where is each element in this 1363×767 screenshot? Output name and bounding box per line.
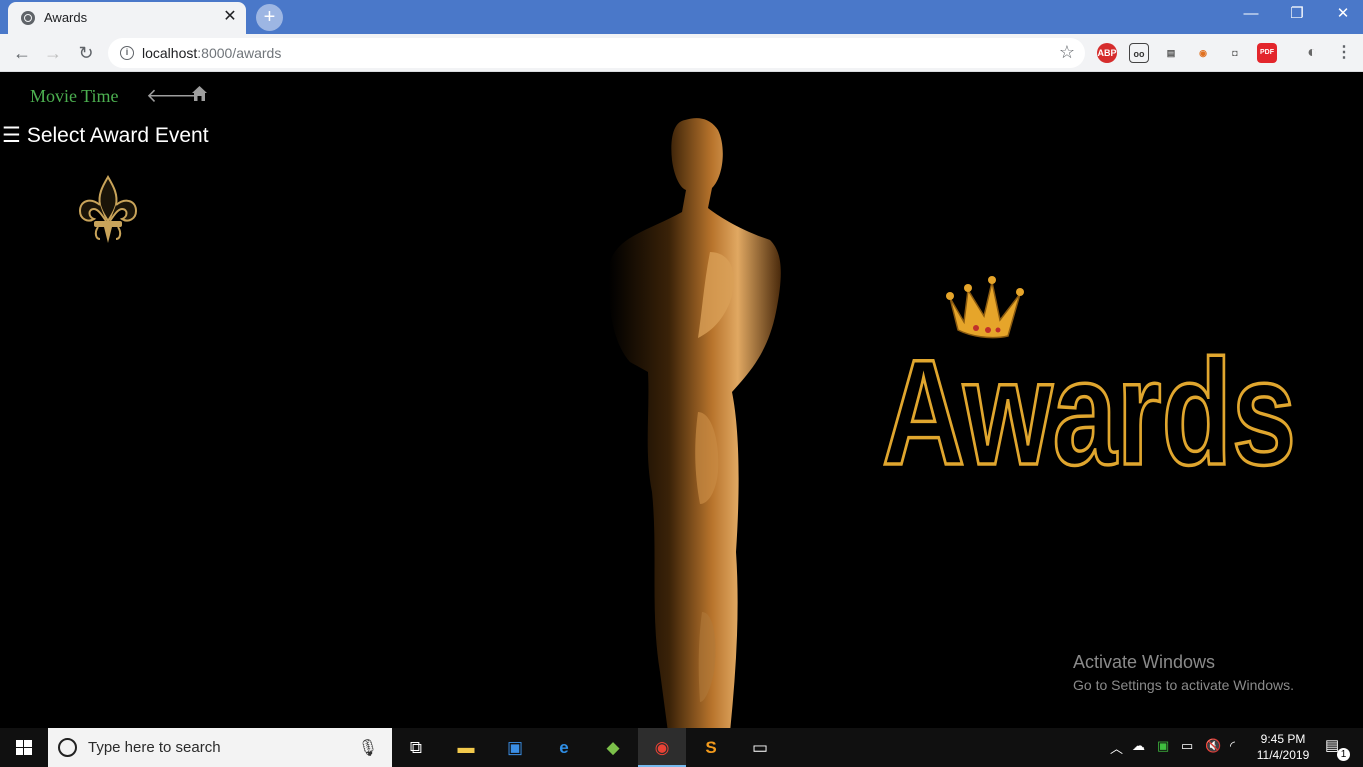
windows-taskbar: Type here to search 🎙 ⧉ ▬ ▣ e ◆ ◉ S ▭ ︿ …	[0, 728, 1363, 767]
awards-logo: Awards	[880, 326, 1298, 482]
globe-icon	[21, 11, 35, 25]
taskbar-search-box[interactable]: Type here to search 🎙	[48, 728, 392, 767]
adblock-extension-icon[interactable]: ABP	[1097, 43, 1117, 63]
brand-link[interactable]: Movie Time	[30, 86, 119, 107]
microphone-icon[interactable]: 🎙	[358, 738, 378, 758]
menu-kebab-icon[interactable]: ⋮	[1334, 43, 1354, 63]
taskbar-clock[interactable]: 9:45 PM 11/4/2019	[1248, 731, 1318, 763]
android-studio-icon[interactable]: ◆	[589, 728, 637, 767]
cortana-icon	[58, 738, 77, 757]
back-arrow-icon[interactable]: 🡐	[146, 84, 197, 108]
edge-icon[interactable]: e	[540, 728, 588, 767]
fleur-de-lis-emblem[interactable]	[76, 175, 140, 245]
close-window-button[interactable]: ✕	[1320, 0, 1363, 30]
task-view-icon[interactable]: ⧉	[392, 728, 440, 767]
activate-windows-title: Activate Windows	[1073, 652, 1216, 672]
url-text[interactable]: localhost:8000/awards	[142, 45, 281, 61]
browser-tab-awards[interactable]: Awards ✕	[8, 2, 246, 34]
activate-windows-subtitle: Go to Settings to activate Windows.	[1073, 677, 1294, 693]
new-tab-button[interactable]: +	[256, 4, 283, 31]
chrome-icon[interactable]: ◉	[638, 728, 686, 767]
browser-tab-strip: Awards ✕ + — ❐ ✕	[0, 0, 1363, 34]
address-bar[interactable]: i localhost:8000/awards ☆	[108, 38, 1085, 68]
store-icon[interactable]: ▣	[491, 728, 539, 767]
pdf-extension-icon[interactable]: PDF	[1257, 43, 1277, 63]
bookmark-star-icon[interactable]: ☆	[1059, 42, 1075, 63]
notification-count-badge: 1	[1337, 748, 1350, 761]
select-award-event-label: Select Award Event	[26, 124, 209, 147]
owl-extension-icon[interactable]: ◉	[1193, 43, 1213, 63]
onedrive-icon[interactable]: ☁	[1132, 738, 1145, 754]
restore-button[interactable]: ❐	[1274, 0, 1320, 30]
browser-toolbar: ← → ↻ i localhost:8000/awards ☆ ABP oo ▤…	[0, 34, 1363, 72]
tab-close-icon[interactable]: ✕	[220, 7, 240, 27]
camera-extension-icon[interactable]: ◘	[1225, 43, 1245, 63]
minimize-button[interactable]: —	[1228, 0, 1274, 30]
reader-extension-icon[interactable]: oo	[1129, 43, 1149, 63]
back-icon[interactable]: ←	[9, 40, 35, 66]
hamburger-icon: ☰	[2, 124, 21, 147]
clipboard-extension-icon[interactable]: ▤	[1161, 43, 1181, 63]
terminal-icon[interactable]: ▭	[736, 728, 784, 767]
volume-muted-icon[interactable]: 🔇	[1205, 738, 1221, 754]
windows-start-icon[interactable]	[0, 728, 48, 767]
awards-logo-text: Awards	[882, 328, 1296, 482]
search-placeholder: Type here to search	[88, 739, 221, 756]
security-tray-icon[interactable]: ▣	[1157, 738, 1169, 754]
profile-avatar[interactable]: ◐	[1302, 43, 1322, 63]
file-explorer-icon[interactable]: ▬	[442, 728, 490, 767]
clock-date: 11/4/2019	[1256, 748, 1310, 762]
sublime-text-icon[interactable]: S	[687, 728, 735, 767]
select-award-event-toggle[interactable]: ☰ Select Award Event	[2, 123, 209, 148]
tab-title: Awards	[44, 10, 88, 25]
clock-time: 9:45 PM	[1260, 732, 1306, 746]
awards-page: Movie Time 🡐 ☰ Select Award Event Awards…	[0, 72, 1363, 728]
show-hidden-icons-chevron[interactable]: ︿	[1110, 738, 1123, 757]
info-icon[interactable]: i	[120, 46, 134, 60]
forward-icon[interactable]: →	[40, 40, 66, 66]
battery-icon[interactable]: ▭	[1181, 738, 1193, 754]
reload-icon[interactable]: ↻	[73, 40, 99, 66]
network-icon[interactable]: ◜	[1230, 738, 1235, 754]
home-icon[interactable]	[191, 85, 208, 102]
oscar-statue-image	[608, 118, 781, 728]
